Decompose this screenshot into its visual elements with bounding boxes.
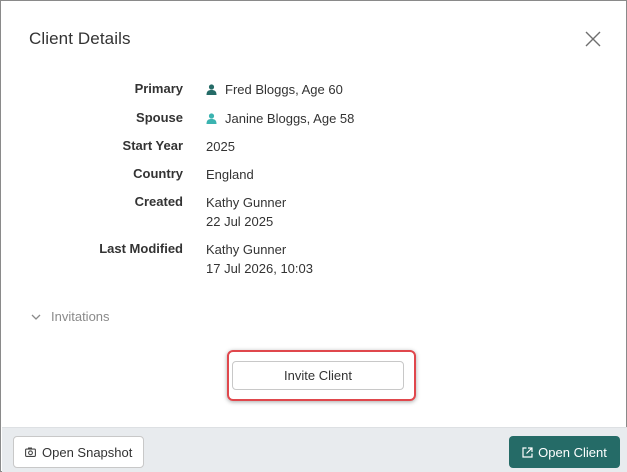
invitations-label: Invitations xyxy=(51,309,110,324)
client-details-dialog: Client Details Primary Fred Bloggs, Age … xyxy=(0,0,627,472)
created-label: Created xyxy=(134,194,183,209)
last-modified-label: Last Modified xyxy=(99,241,183,256)
person-icon xyxy=(206,84,217,95)
spouse-value-wrap: Janine Bloggs, Age 58 xyxy=(206,109,354,128)
created-value: Kathy Gunner 22 Jul 2025 xyxy=(206,193,286,231)
last-modified-value: Kathy Gunner 17 Jul 2026, 10:03 xyxy=(206,240,313,278)
primary-value-wrap: Fred Bloggs, Age 60 xyxy=(206,80,343,99)
spouse-value: Janine Bloggs, Age 58 xyxy=(225,111,355,126)
invite-client-button[interactable]: Invite Client xyxy=(232,361,404,390)
last-modified-date: 17 Jul 2026, 10:03 xyxy=(206,261,313,276)
external-link-icon xyxy=(522,446,533,458)
created-by: Kathy Gunner xyxy=(206,195,287,210)
primary-value: Fred Bloggs, Age 60 xyxy=(225,82,343,97)
primary-label: Primary xyxy=(134,81,183,96)
invitations-toggle[interactable]: Invitations xyxy=(31,309,110,324)
start-year-label: Start Year xyxy=(122,138,183,153)
close-icon xyxy=(585,31,601,47)
chevron-down-icon xyxy=(31,314,41,320)
open-client-button[interactable]: Open Client xyxy=(509,436,620,468)
open-snapshot-label: Open Snapshot xyxy=(42,444,133,460)
last-modified-by: Kathy Gunner xyxy=(206,242,287,257)
dialog-title: Client Details xyxy=(29,29,131,48)
country-value: England xyxy=(206,167,254,182)
camera-icon xyxy=(25,447,36,457)
dialog-footer: Open Snapshot Open Client xyxy=(2,427,627,472)
close-button[interactable] xyxy=(581,27,605,51)
spouse-label: Spouse xyxy=(136,110,183,125)
open-client-label: Open Client xyxy=(538,444,607,460)
open-snapshot-button[interactable]: Open Snapshot xyxy=(13,436,145,468)
created-date: 22 Jul 2025 xyxy=(206,214,274,229)
person-icon xyxy=(206,113,217,124)
country-label: Country xyxy=(133,166,183,181)
start-year-value: 2025 xyxy=(206,139,235,154)
